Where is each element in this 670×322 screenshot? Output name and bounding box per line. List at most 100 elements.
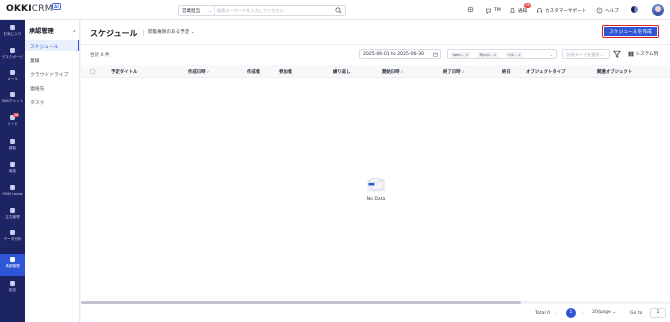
participant-tag-select[interactable]: hele...× Ryuji...× +4...× ⌄ <box>447 49 557 59</box>
rail-item-star[interactable]: お気に入り <box>0 22 25 44</box>
user-avatar[interactable] <box>652 4 664 16</box>
top-bar: OKKICRM AI 営業担当 ⌄ TM 通知 98 カスタマーサポート ? ヘ… <box>0 0 670 20</box>
goto-page-input[interactable]: 1 <box>650 308 666 318</box>
rail-item-chat[interactable]: SNSチャット <box>0 89 25 111</box>
main-nav-rail: お気に入りデスクボードメール SNSチャットリード 16 顧客商談 OKKI Leads… <box>0 20 25 322</box>
bell-icon <box>510 8 515 13</box>
rail-item-label: データ分析 <box>3 237 22 241</box>
horizontal-scrollbar[interactable] <box>81 301 670 304</box>
table-header: 予定タイトル 作成日時 ⇵ 作成者 参加者 繰り返し 開始日時 ⇵ 終了日時 ⇵ 終日… <box>81 65 670 78</box>
sort-icon[interactable]: ⇵ <box>401 70 404 74</box>
subnav-item-contacts[interactable]: 連絡先 <box>25 82 79 93</box>
approval-subnav: 承認管理 ◂ スケジュール 業績 クラウドドライブ 連絡先 タスク <box>25 20 80 322</box>
page-size-select[interactable]: 20/page ⌄ <box>592 308 626 318</box>
rail-item-approval[interactable]: 承認管理 <box>0 254 25 276</box>
schedule-panel: スケジュール 閲覧権限のある予定 ⌄ スケジュールを作成 合計 0 件 2025… <box>81 20 670 322</box>
create-schedule-button[interactable]: スケジュールを作成 <box>602 25 659 38</box>
select-all-checkbox[interactable] <box>90 68 95 74</box>
rail-item-label: OKKI Leads <box>2 192 23 196</box>
star-icon <box>10 25 15 30</box>
system-columns-button[interactable]: システム列 <box>628 51 658 57</box>
column-header-creator[interactable]: 作成者 <box>247 69 260 75</box>
rail-item-lead[interactable]: リード 16 <box>0 112 25 134</box>
column-header-related-object[interactable]: 関連オブジェクト <box>597 69 632 75</box>
rail-item-label: お気に入り <box>3 32 22 36</box>
column-header-all-day[interactable]: 終日 <box>502 69 511 75</box>
rail-item-customer[interactable]: 顧客 <box>0 136 25 158</box>
tag-chip[interactable]: +4...× <box>506 51 523 58</box>
notification-count-badge: 98 <box>524 3 531 8</box>
column-header-object-type[interactable]: オブジェクトタイプ <box>526 69 566 75</box>
rail-item-mail[interactable]: メール <box>0 67 25 89</box>
empty-state-text: No Data <box>366 197 386 202</box>
scrollbar-thumb[interactable] <box>81 301 521 304</box>
column-header-title[interactable]: 予定タイトル <box>111 69 137 75</box>
date-range-picker[interactable]: 2025-06-01 to 2025-06-30 <box>359 49 441 59</box>
theme-toggle-icon[interactable] <box>631 6 638 13</box>
global-search: 営業担当 ⌄ <box>178 5 346 16</box>
rail-item-dashboard[interactable]: デスクボード <box>0 45 25 67</box>
filter-icon[interactable] <box>613 50 621 58</box>
column-header-start[interactable]: 開始日時 ⇵ <box>382 69 403 75</box>
rail-item-deal[interactable]: 商談 <box>0 159 25 181</box>
tm-icon <box>486 8 491 14</box>
rail-item-label: SNSチャット <box>1 99 24 103</box>
search-input[interactable] <box>217 6 332 15</box>
goto-label: Go to <box>630 310 643 316</box>
rail-item-leads[interactable]: OKKI Leads <box>0 182 25 204</box>
column-header-end[interactable]: 終了日時 ⇵ <box>443 69 464 75</box>
approval-icon <box>10 257 15 262</box>
rail-item-settings[interactable]: 設定 <box>0 278 25 300</box>
customer-support-button[interactable]: カスタマーサポート <box>536 6 586 15</box>
help-button[interactable]: ? ヘルプ <box>596 6 619 15</box>
calendar-icon <box>433 52 438 57</box>
close-icon[interactable]: × <box>465 52 468 57</box>
rail-item-analytics[interactable]: データ分析 <box>0 227 25 249</box>
close-icon[interactable]: × <box>493 52 496 57</box>
column-header-repeat[interactable]: 繰り返し <box>333 69 351 75</box>
schedule-type-select[interactable]: 計画タイプを選択... <box>562 49 610 59</box>
subnav-item-performance[interactable]: 業績 <box>25 54 79 65</box>
subnav-title: 承認管理 <box>29 28 54 35</box>
column-header-participants[interactable]: 参加者 <box>279 69 292 75</box>
chevron-down-icon: ⌄ <box>208 8 212 13</box>
mail-icon <box>10 70 15 75</box>
title-divider <box>143 30 144 36</box>
analytics-icon <box>10 230 15 235</box>
leads-icon <box>10 185 15 190</box>
header-divider <box>81 44 670 45</box>
rail-item-label: 注文管理 <box>5 215 20 219</box>
sort-icon[interactable]: ⇵ <box>207 70 210 74</box>
settings-icon <box>10 281 15 286</box>
rail-item-label: 顧客 <box>8 146 17 150</box>
collapse-caret-icon[interactable]: ◂ <box>73 28 75 33</box>
tag-chip[interactable]: Ryuji...× <box>478 51 499 58</box>
pagination-total: Total 0 <box>535 310 551 316</box>
search-scope-select[interactable]: 営業担当 ⌄ <box>179 6 215 15</box>
chevron-left-icon[interactable]: ‹ <box>555 310 557 316</box>
empty-box-icon <box>366 177 386 192</box>
chevron-down-icon: ⌄ <box>612 310 617 315</box>
chat-icon <box>10 92 15 97</box>
app-logo[interactable]: OKKICRM AI <box>6 3 61 14</box>
close-icon[interactable]: × <box>518 52 521 57</box>
chevron-right-icon[interactable]: › <box>582 310 584 316</box>
headset-icon <box>537 8 542 13</box>
column-header-created-at[interactable]: 作成日時 ⇵ <box>188 69 209 75</box>
sort-icon[interactable]: ⇵ <box>462 70 465 74</box>
rail-item-order[interactable]: 注文管理 <box>0 205 25 227</box>
rail-item-label: メール <box>7 77 18 81</box>
subnav-item-tasks[interactable]: タスク <box>25 96 79 107</box>
scope-select[interactable]: 閲覧権限のある予定 ⌄ <box>148 29 195 35</box>
tm-button[interactable]: TM <box>485 6 501 15</box>
chevron-down-icon: ⌄ <box>549 52 553 57</box>
search-icon[interactable] <box>335 7 342 14</box>
page-title: スケジュール <box>90 29 138 38</box>
settings-gear-icon[interactable] <box>467 6 474 13</box>
page-number-button[interactable]: 1 <box>566 308 576 318</box>
tag-chip[interactable]: hele...× <box>451 51 470 58</box>
empty-state: No Data <box>356 173 396 202</box>
subnav-item-cloud-drive[interactable]: クラウドドライブ <box>25 68 79 79</box>
deal-icon <box>10 162 15 167</box>
subnav-item-schedule[interactable]: スケジュール <box>25 40 79 51</box>
